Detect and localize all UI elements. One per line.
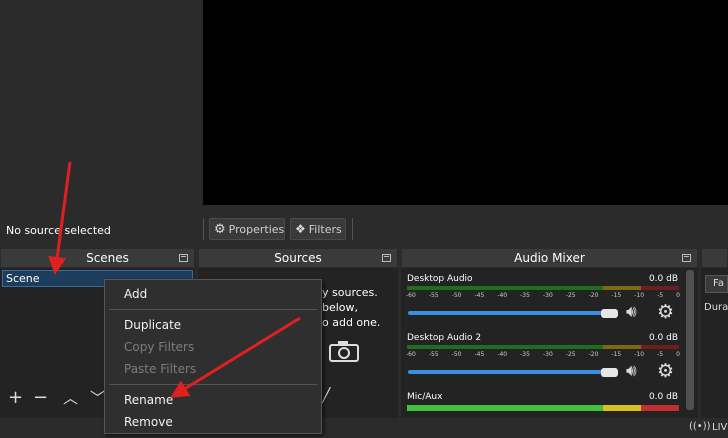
arrow-to-scene (48, 161, 72, 275)
annotation-arrows (48, 161, 301, 398)
arrow-to-rename (170, 316, 301, 398)
